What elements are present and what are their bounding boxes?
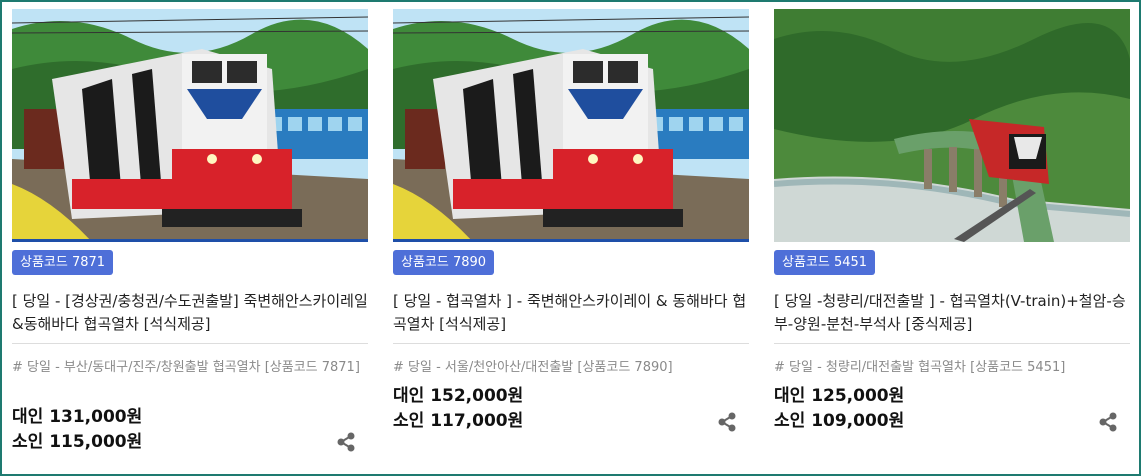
product-image[interactable]	[12, 9, 368, 242]
product-image[interactable]	[393, 9, 749, 242]
price-block: 대인 125,000원 소인 109,000원	[774, 384, 904, 434]
product-subtitle: # 당일 - 청량리/대전출발 협곡열차 [상품코드 5451]	[774, 360, 1066, 375]
price-adult: 대인 125,000원	[774, 386, 905, 406]
price-block: 대인 152,000원 소인 117,000원	[393, 384, 523, 434]
product-title[interactable]: [ 당일 - 협곡열차 ] - 죽변해안스카이레이 & 동해바다 협곡열차 [석…	[393, 290, 751, 336]
product-list: 상품코드 7871 [ 당일 - [경상권/충청권/수도권출발] 죽변해안스카이…	[0, 0, 1141, 476]
divider	[393, 343, 749, 344]
price-adult: 대인 131,000원	[12, 407, 143, 427]
product-code-badge: 상품코드 5451	[774, 250, 876, 275]
divider	[774, 343, 1130, 344]
price-adult: 대인 152,000원	[393, 386, 524, 406]
price-child: 소인 117,000원	[393, 411, 524, 431]
share-icon[interactable]	[716, 411, 738, 433]
price-child: 소인 109,000원	[774, 411, 905, 431]
product-title[interactable]: [ 당일 -청량리/대전출발 ] - 협곡열차(V-train)+철암-승부-양…	[774, 290, 1132, 336]
product-subtitle: # 당일 - 부산/동대구/진주/창원출발 협곡열차 [상품코드 7871]	[12, 360, 360, 375]
divider	[12, 343, 368, 344]
product-card[interactable]: 상품코드 7871 [ 당일 - [경상권/충청권/수도권출발] 죽변해안스카이…	[12, 9, 372, 472]
product-code-badge: 상품코드 7890	[393, 250, 495, 275]
price-block: 대인 131,000원 소인 115,000원	[12, 405, 142, 455]
price-child: 소인 115,000원	[12, 432, 143, 452]
share-icon[interactable]	[1097, 411, 1119, 433]
product-code-badge: 상품코드 7871	[12, 250, 114, 275]
product-image[interactable]	[774, 9, 1130, 242]
product-card[interactable]: 상품코드 7890 [ 당일 - 협곡열차 ] - 죽변해안스카이레이 & 동해…	[393, 9, 753, 472]
product-card[interactable]: 상품코드 5451 [ 당일 -청량리/대전출발 ] - 협곡열차(V-trai…	[774, 9, 1134, 472]
share-icon[interactable]	[335, 431, 357, 453]
product-title[interactable]: [ 당일 - [경상권/충청권/수도권출발] 죽변해안스카이레일&동해바다 협곡…	[12, 290, 370, 336]
product-subtitle: # 당일 - 서울/천안아산/대전출발 [상품코드 7890]	[393, 360, 673, 375]
